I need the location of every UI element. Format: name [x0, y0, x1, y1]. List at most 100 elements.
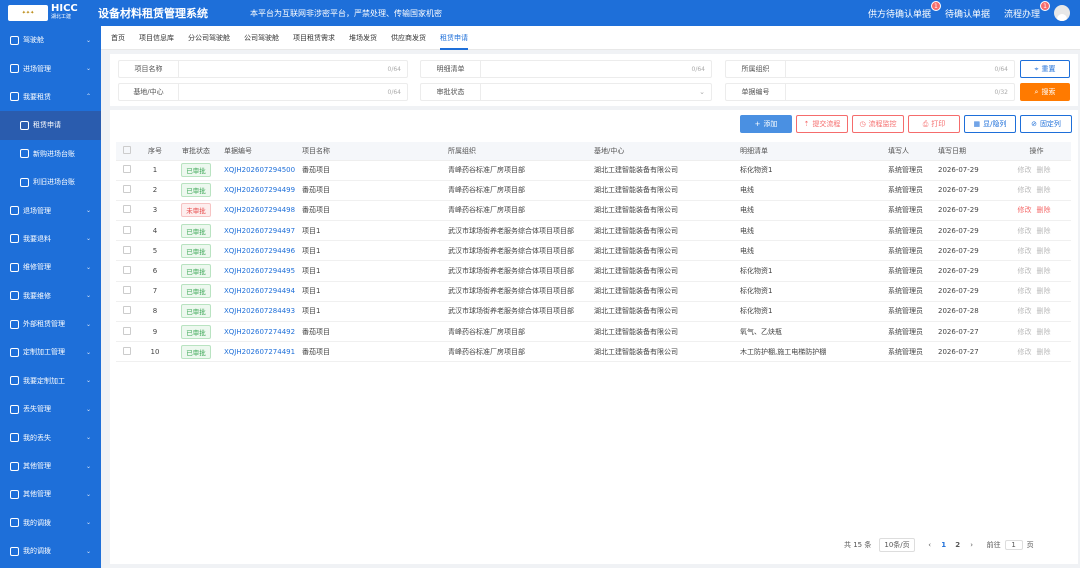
- edit-button[interactable]: 修改: [1018, 247, 1032, 255]
- doc-number-link[interactable]: XQJH202607274492: [220, 321, 298, 343]
- delete-button[interactable]: 删除: [1037, 328, 1051, 336]
- project-name-field[interactable]: 项目名称 0/64: [118, 60, 408, 78]
- table-row[interactable]: 8 已审批 XQJH202607284493 项目1 武汉市球场街养老服务综合体项目项目…: [116, 301, 1071, 323]
- tab[interactable]: 公司驾驶舱: [244, 26, 279, 50]
- user-avatar[interactable]: [1054, 5, 1070, 21]
- approval-status-select[interactable]: 审批状态 ⌄: [420, 83, 712, 101]
- tab[interactable]: 分公司驾驶舱: [188, 26, 230, 50]
- next-page-button[interactable]: ›: [965, 541, 979, 549]
- select-all-checkbox[interactable]: [123, 145, 131, 154]
- delete-button[interactable]: 删除: [1037, 307, 1051, 315]
- tab[interactable]: 堆场发货: [349, 26, 377, 50]
- doc-number-link[interactable]: XQJH202607294496: [220, 240, 298, 262]
- search-button[interactable]: ⌕ 搜索: [1020, 83, 1070, 101]
- sidebar-item[interactable]: ledger-icon 新购进场台账: [0, 140, 101, 168]
- table-row[interactable]: 4 已审批 XQJH202607294497 项目1 武汉市球场街养老服务综合体项目项目…: [116, 220, 1071, 242]
- edit-button[interactable]: 修改: [1018, 267, 1032, 275]
- page-button-1[interactable]: 1: [937, 541, 951, 549]
- delete-button[interactable]: 删除: [1037, 267, 1051, 275]
- tab[interactable]: 供应商发货: [391, 26, 426, 50]
- delete-button[interactable]: 删除: [1037, 348, 1051, 356]
- doc-number-link[interactable]: XQJH202607294499: [220, 180, 298, 201]
- table-row[interactable]: 10 已审批 XQJH202607274491 番茄项目 青峰药谷标准厂房项目部 湖北工建…: [116, 341, 1071, 363]
- print-button[interactable]: ⎙ 打印: [908, 115, 960, 133]
- table-row[interactable]: 1 已审批 XQJH202607294500 番茄项目 青峰药谷标准厂房项目部 湖北工建智…: [116, 160, 1071, 181]
- edit-button[interactable]: 修改: [1018, 166, 1032, 174]
- row-checkbox[interactable]: [123, 205, 131, 214]
- doc-number-link[interactable]: XQJH202607294500: [220, 160, 298, 181]
- sidebar-item[interactable]: exit-icon 退场管理 ⌄: [0, 196, 101, 224]
- page-button-2[interactable]: 2: [951, 541, 965, 549]
- sidebar-item[interactable]: transfer-icon 我的调拨 ⌄: [0, 509, 101, 537]
- sidebar-item[interactable]: dashboard-icon 驾驶舱 ⌄: [0, 26, 101, 54]
- toggle-columns-button[interactable]: ▦ 显/隐列: [964, 115, 1016, 133]
- tab[interactable]: 项目租赁需求: [293, 26, 335, 50]
- sidebar-item[interactable]: transfer-icon 我的调拨 ⌄: [0, 537, 101, 565]
- sidebar-item[interactable]: other-icon 其他管理 ⌄: [0, 452, 101, 480]
- doc-number-link[interactable]: XQJH202607294497: [220, 220, 298, 242]
- edit-button[interactable]: 修改: [1018, 348, 1032, 356]
- sidebar-item[interactable]: custom-order-icon 我要定制加工 ⌄: [0, 367, 101, 395]
- table-row[interactable]: 3 未审批 XQJH202607294498 番茄项目 青峰药谷标准厂房项目部 湖北工建智…: [116, 200, 1071, 222]
- sidebar-item[interactable]: other-icon 其他管理 ⌄: [0, 480, 101, 508]
- detail-list-field[interactable]: 明细清单 0/64: [420, 60, 712, 78]
- delete-button[interactable]: 删除: [1037, 227, 1051, 235]
- doc-number-link[interactable]: XQJH202607294494: [220, 281, 298, 302]
- row-checkbox[interactable]: [123, 266, 131, 275]
- delete-button[interactable]: 删除: [1037, 247, 1051, 255]
- reset-button[interactable]: ⌖ 重置: [1020, 60, 1070, 78]
- row-checkbox[interactable]: [123, 225, 131, 234]
- base-center-field[interactable]: 基地/中心 0/64: [118, 83, 408, 101]
- sidebar-item[interactable]: my-lost-icon 我的丢失 ⌄: [0, 423, 101, 451]
- edit-button[interactable]: 修改: [1018, 206, 1032, 214]
- edit-button[interactable]: 修改: [1018, 186, 1032, 194]
- edit-button[interactable]: 修改: [1018, 287, 1032, 295]
- sidebar-item[interactable]: lease-icon 我要租赁 ⌃: [0, 83, 101, 111]
- org-field[interactable]: 所属组织 0/64: [725, 60, 1015, 78]
- submit-process-button[interactable]: ⇡ 提交流程: [796, 115, 848, 133]
- doc-number-field[interactable]: 单据编号 0/32: [725, 83, 1015, 101]
- sidebar-item[interactable]: return-icon 我要退料 ⌄: [0, 225, 101, 253]
- page-size-select[interactable]: 10条/页: [879, 538, 915, 552]
- table-row[interactable]: 9 已审批 XQJH202607274492 番茄项目 青峰药谷标准厂房项目部 湖北工建智…: [116, 321, 1071, 343]
- delete-button[interactable]: 删除: [1037, 287, 1051, 295]
- edit-button[interactable]: 修改: [1018, 227, 1032, 235]
- sidebar-item[interactable]: apply-icon 租赁申请: [0, 111, 101, 140]
- header-link-supplier-confirm[interactable]: 供方待确认单据 1: [868, 0, 941, 20]
- row-checkbox[interactable]: [123, 286, 131, 295]
- doc-number-link[interactable]: XQJH202607284493: [220, 301, 298, 323]
- sidebar-item[interactable]: entry-icon 进场管理 ⌄: [0, 54, 101, 82]
- tab[interactable]: 项目信息库: [139, 26, 174, 50]
- prev-page-button[interactable]: ‹: [923, 541, 937, 549]
- sidebar-item[interactable]: external-icon 外部租赁管理 ⌄: [0, 310, 101, 338]
- process-monitor-button[interactable]: ◷ 流程监控: [852, 115, 904, 133]
- table-row[interactable]: 2 已审批 XQJH202607294499 番茄项目 青峰药谷标准厂房项目部 湖北工建智…: [116, 180, 1071, 201]
- sidebar-item[interactable]: custom-icon 定制加工管理 ⌄: [0, 338, 101, 366]
- goto-page-input[interactable]: 1: [1004, 540, 1023, 550]
- pin-columns-button[interactable]: ⊘ 固定列: [1020, 115, 1072, 133]
- sidebar-item[interactable]: wrench-icon 我要维修 ⌄: [0, 282, 101, 310]
- delete-button[interactable]: 删除: [1037, 206, 1051, 214]
- header-link-pending-confirm[interactable]: 待确认单据: [945, 7, 990, 20]
- delete-button[interactable]: 删除: [1037, 186, 1051, 194]
- delete-button[interactable]: 删除: [1037, 166, 1051, 174]
- row-checkbox[interactable]: [123, 306, 131, 315]
- doc-number-link[interactable]: XQJH202607294495: [220, 260, 298, 282]
- header-link-process[interactable]: 流程办理 1: [1004, 0, 1050, 20]
- tab[interactable]: 租赁申请: [440, 26, 468, 50]
- add-button[interactable]: + 添加: [740, 115, 792, 133]
- edit-button[interactable]: 修改: [1018, 307, 1032, 315]
- row-checkbox[interactable]: [123, 326, 131, 335]
- sidebar-item[interactable]: repair-icon 维修管理 ⌄: [0, 253, 101, 281]
- row-checkbox[interactable]: [123, 165, 131, 174]
- row-checkbox[interactable]: [123, 245, 131, 254]
- row-checkbox[interactable]: [123, 185, 131, 194]
- doc-number-link[interactable]: XQJH202607294498: [220, 200, 298, 222]
- edit-button[interactable]: 修改: [1018, 328, 1032, 336]
- table-row[interactable]: 5 已审批 XQJH202607294496 项目1 武汉市球场街养老服务综合体项目项目…: [116, 240, 1071, 262]
- sidebar-item[interactable]: lost-icon 丢失管理 ⌄: [0, 395, 101, 423]
- row-checkbox[interactable]: [123, 346, 131, 355]
- table-row[interactable]: 7 已审批 XQJH202607294494 项目1 武汉市球场街养老服务综合体项目项目…: [116, 281, 1071, 302]
- table-row[interactable]: 6 已审批 XQJH202607294495 项目1 武汉市球场街养老服务综合体项目项目…: [116, 260, 1071, 282]
- sidebar-item[interactable]: home-icon 利旧进场台账: [0, 168, 101, 196]
